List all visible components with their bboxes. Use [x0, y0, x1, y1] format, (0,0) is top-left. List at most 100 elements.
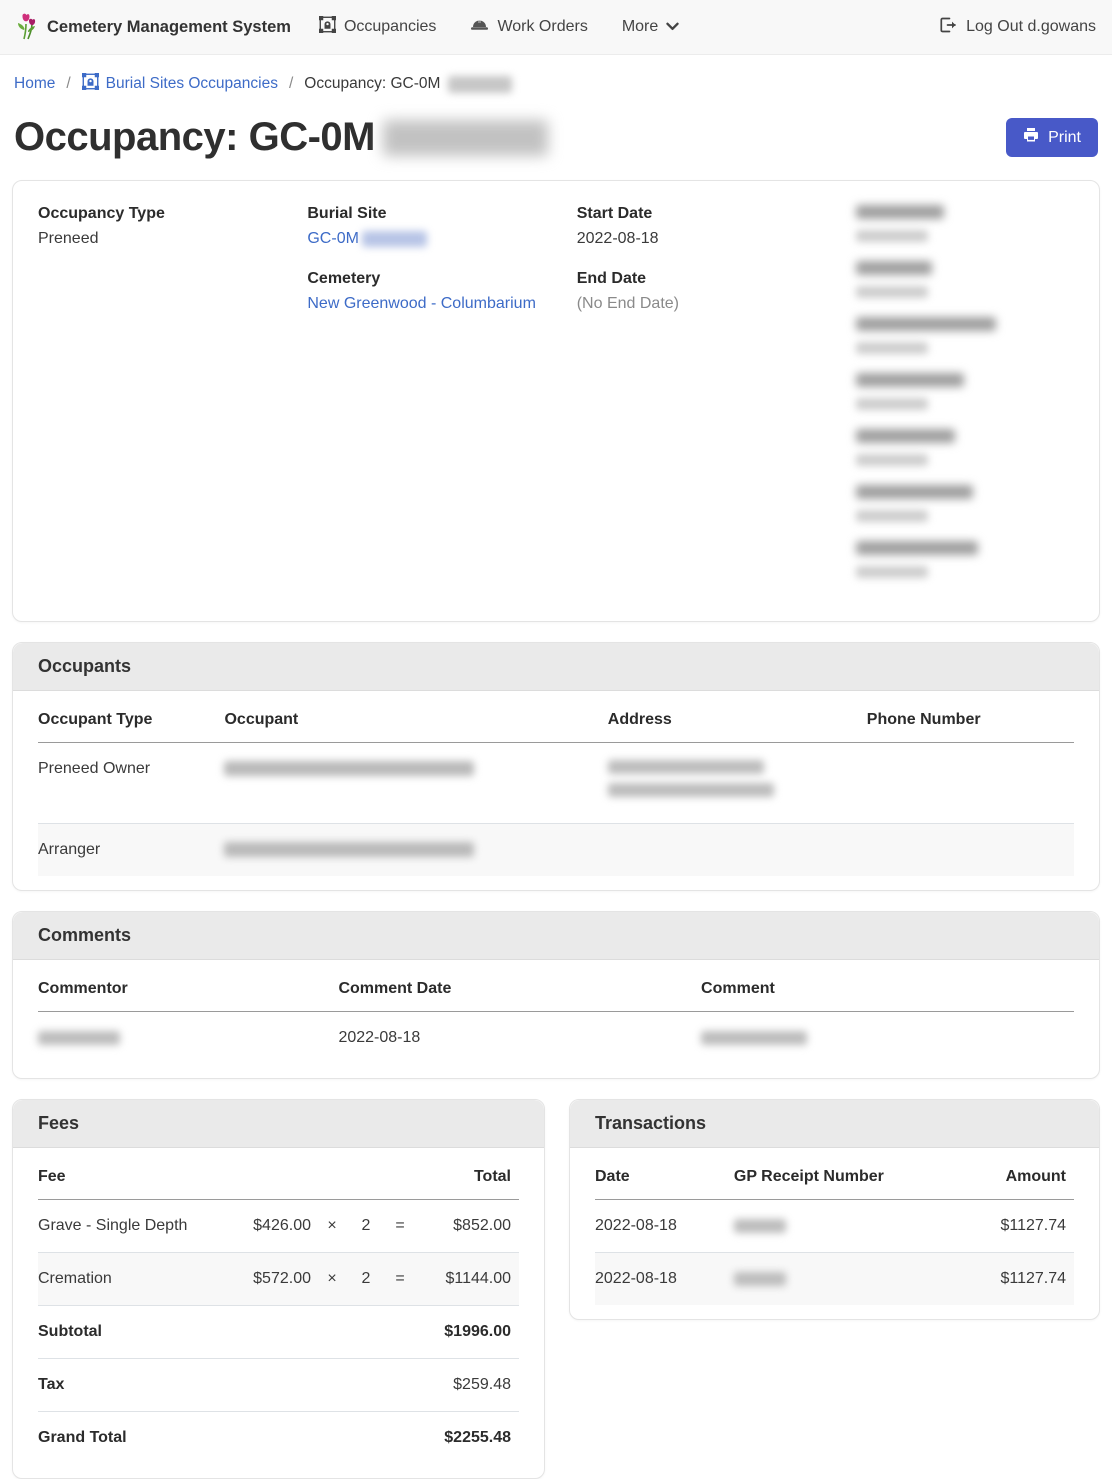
breadcrumb: Home / Burial Sites Occupancies / Occupa…	[0, 55, 1112, 109]
tax-value: $259.48	[227, 1359, 519, 1412]
tulips-icon	[16, 10, 38, 45]
fee-name-cell: Cremation	[38, 1253, 227, 1306]
occupant-type-cell: Arranger	[38, 824, 224, 877]
print-button[interactable]: Print	[1006, 118, 1098, 157]
column-header: Date	[595, 1148, 734, 1200]
redacted-text	[224, 842, 474, 857]
occupants-table: Occupant Type Occupant Address Phone Num…	[38, 691, 1074, 876]
occupant-type-cell: Preneed Owner	[38, 743, 224, 824]
redacted-text	[224, 761, 474, 776]
table-row: 2022-08-18 $1127.74	[595, 1253, 1074, 1306]
grand-total-row: Grand Total $2255.48	[38, 1412, 519, 1465]
fee-eq-cell: =	[387, 1200, 421, 1253]
fees-section-title: Fees	[13, 1100, 544, 1148]
grand-total-value: $2255.48	[227, 1412, 519, 1465]
details-col-3: Start Date 2022-08-18 End Date (No End D…	[577, 205, 857, 597]
nav-item-label: Occupancies	[344, 18, 437, 36]
fee-unit-cell: $426.00	[227, 1200, 319, 1253]
column-header: Address	[608, 691, 867, 743]
redacted-field	[856, 317, 1074, 354]
breadcrumb-occupancies-link[interactable]: Burial Sites Occupancies	[82, 73, 278, 95]
table-row: 2022-08-18	[38, 1012, 1074, 1065]
details-col-2: Burial Site GC-0M Cemetery New Greenwood…	[307, 205, 576, 597]
redacted-field	[856, 429, 1074, 466]
redacted-text	[701, 1031, 807, 1045]
page-title: Occupancy: GC-0M	[14, 115, 548, 160]
comment-date-cell: 2022-08-18	[338, 1012, 701, 1065]
start-date-label: Start Date	[577, 205, 857, 223]
column-header: Occupant Type	[38, 691, 224, 743]
logout-button[interactable]: Log Out d.gowans	[939, 17, 1096, 38]
subtotal-label: Subtotal	[38, 1306, 227, 1359]
start-date-value: 2022-08-18	[577, 230, 857, 248]
nav-item-more[interactable]: More	[622, 18, 679, 36]
tax-row: Tax $259.48	[38, 1359, 519, 1412]
redacted-text	[38, 1031, 120, 1045]
comments-section-title: Comments	[13, 912, 1099, 960]
redacted-field	[856, 261, 1074, 298]
redacted-field	[856, 205, 1074, 242]
breadcrumb-current: Occupancy: GC-0M	[304, 75, 512, 93]
brand: Cemetery Management System	[16, 10, 291, 45]
occupants-card: Occupants Occupant Type Occupant Address…	[12, 642, 1100, 891]
column-header: Total	[421, 1148, 519, 1200]
fees-card: Fees Fee Total	[12, 1099, 545, 1479]
tombstone-icon	[319, 16, 336, 38]
details-col-1: Occupancy Type Preneed	[38, 205, 307, 597]
column-header: Occupant	[224, 691, 607, 743]
column-header: Amount	[945, 1148, 1074, 1200]
logout-icon	[939, 17, 957, 38]
redacted-text	[448, 76, 512, 93]
breadcrumb-home-link[interactable]: Home	[14, 75, 55, 93]
fees-table: Fee Total Grave - Single Depth $426.00	[38, 1148, 519, 1464]
table-row: Cremation $572.00 × 2 = $1144.00	[38, 1253, 519, 1306]
subtotal-value: $1996.00	[227, 1306, 519, 1359]
end-date-value: (No End Date)	[577, 295, 857, 313]
cemetery-label: Cemetery	[307, 270, 576, 288]
nav-item-occupancies[interactable]: Occupancies	[319, 16, 437, 38]
redacted-field	[856, 485, 1074, 522]
fee-total-cell: $852.00	[421, 1200, 519, 1253]
fee-qty-cell: 2	[353, 1200, 387, 1253]
nav-item-work-orders[interactable]: Work Orders	[470, 17, 587, 37]
column-header: Fee	[38, 1148, 227, 1200]
app-title: Cemetery Management System	[47, 18, 291, 37]
chevron-down-icon	[666, 18, 679, 36]
transaction-amount-cell: $1127.74	[945, 1200, 1074, 1253]
transactions-table: Date GP Receipt Number Amount 2022-08-18…	[595, 1148, 1074, 1305]
occupancy-details-card: Occupancy Type Preneed Burial Site GC-0M…	[12, 180, 1100, 622]
page-header: Occupancy: GC-0M Print	[0, 109, 1112, 160]
tombstone-icon	[82, 73, 99, 95]
burial-site-link[interactable]: GC-0M	[307, 230, 359, 247]
breadcrumb-current-label: Occupancy: GC-0M	[304, 75, 440, 93]
nav-item-label: More	[622, 18, 658, 36]
printer-icon	[1023, 127, 1039, 148]
hardhat-icon	[470, 17, 489, 37]
fee-total-cell: $1144.00	[421, 1253, 519, 1306]
logout-label: Log Out d.gowans	[966, 18, 1096, 36]
subtotal-row: Subtotal $1996.00	[38, 1306, 519, 1359]
cemetery-link[interactable]: New Greenwood - Columbarium	[307, 295, 536, 312]
transactions-card: Transactions Date GP Receipt Number Amou…	[569, 1099, 1100, 1320]
tax-label: Tax	[38, 1359, 227, 1412]
transactions-section-title: Transactions	[570, 1100, 1099, 1148]
redacted-text	[734, 1272, 786, 1286]
redacted-field	[856, 541, 1074, 578]
column-header: Comment Date	[338, 960, 701, 1012]
table-row: Grave - Single Depth $426.00 × 2 = $852.…	[38, 1200, 519, 1253]
column-header: Commentor	[38, 960, 338, 1012]
occupancy-type-label: Occupancy Type	[38, 205, 307, 223]
redacted-text	[608, 760, 764, 774]
transaction-date-cell: 2022-08-18	[595, 1200, 734, 1253]
fee-eq-cell: =	[387, 1253, 421, 1306]
redacted-text	[383, 120, 548, 156]
nav-item-label: Work Orders	[497, 18, 587, 36]
breadcrumb-separator: /	[289, 75, 293, 93]
breadcrumb-home-label: Home	[14, 75, 55, 93]
occupancy-type-value: Preneed	[38, 230, 307, 248]
table-row: Arranger	[38, 824, 1074, 877]
breadcrumb-separator: /	[66, 75, 70, 93]
column-header: Phone Number	[867, 691, 1074, 743]
end-date-label: End Date	[577, 270, 857, 288]
redacted-text	[362, 231, 427, 247]
